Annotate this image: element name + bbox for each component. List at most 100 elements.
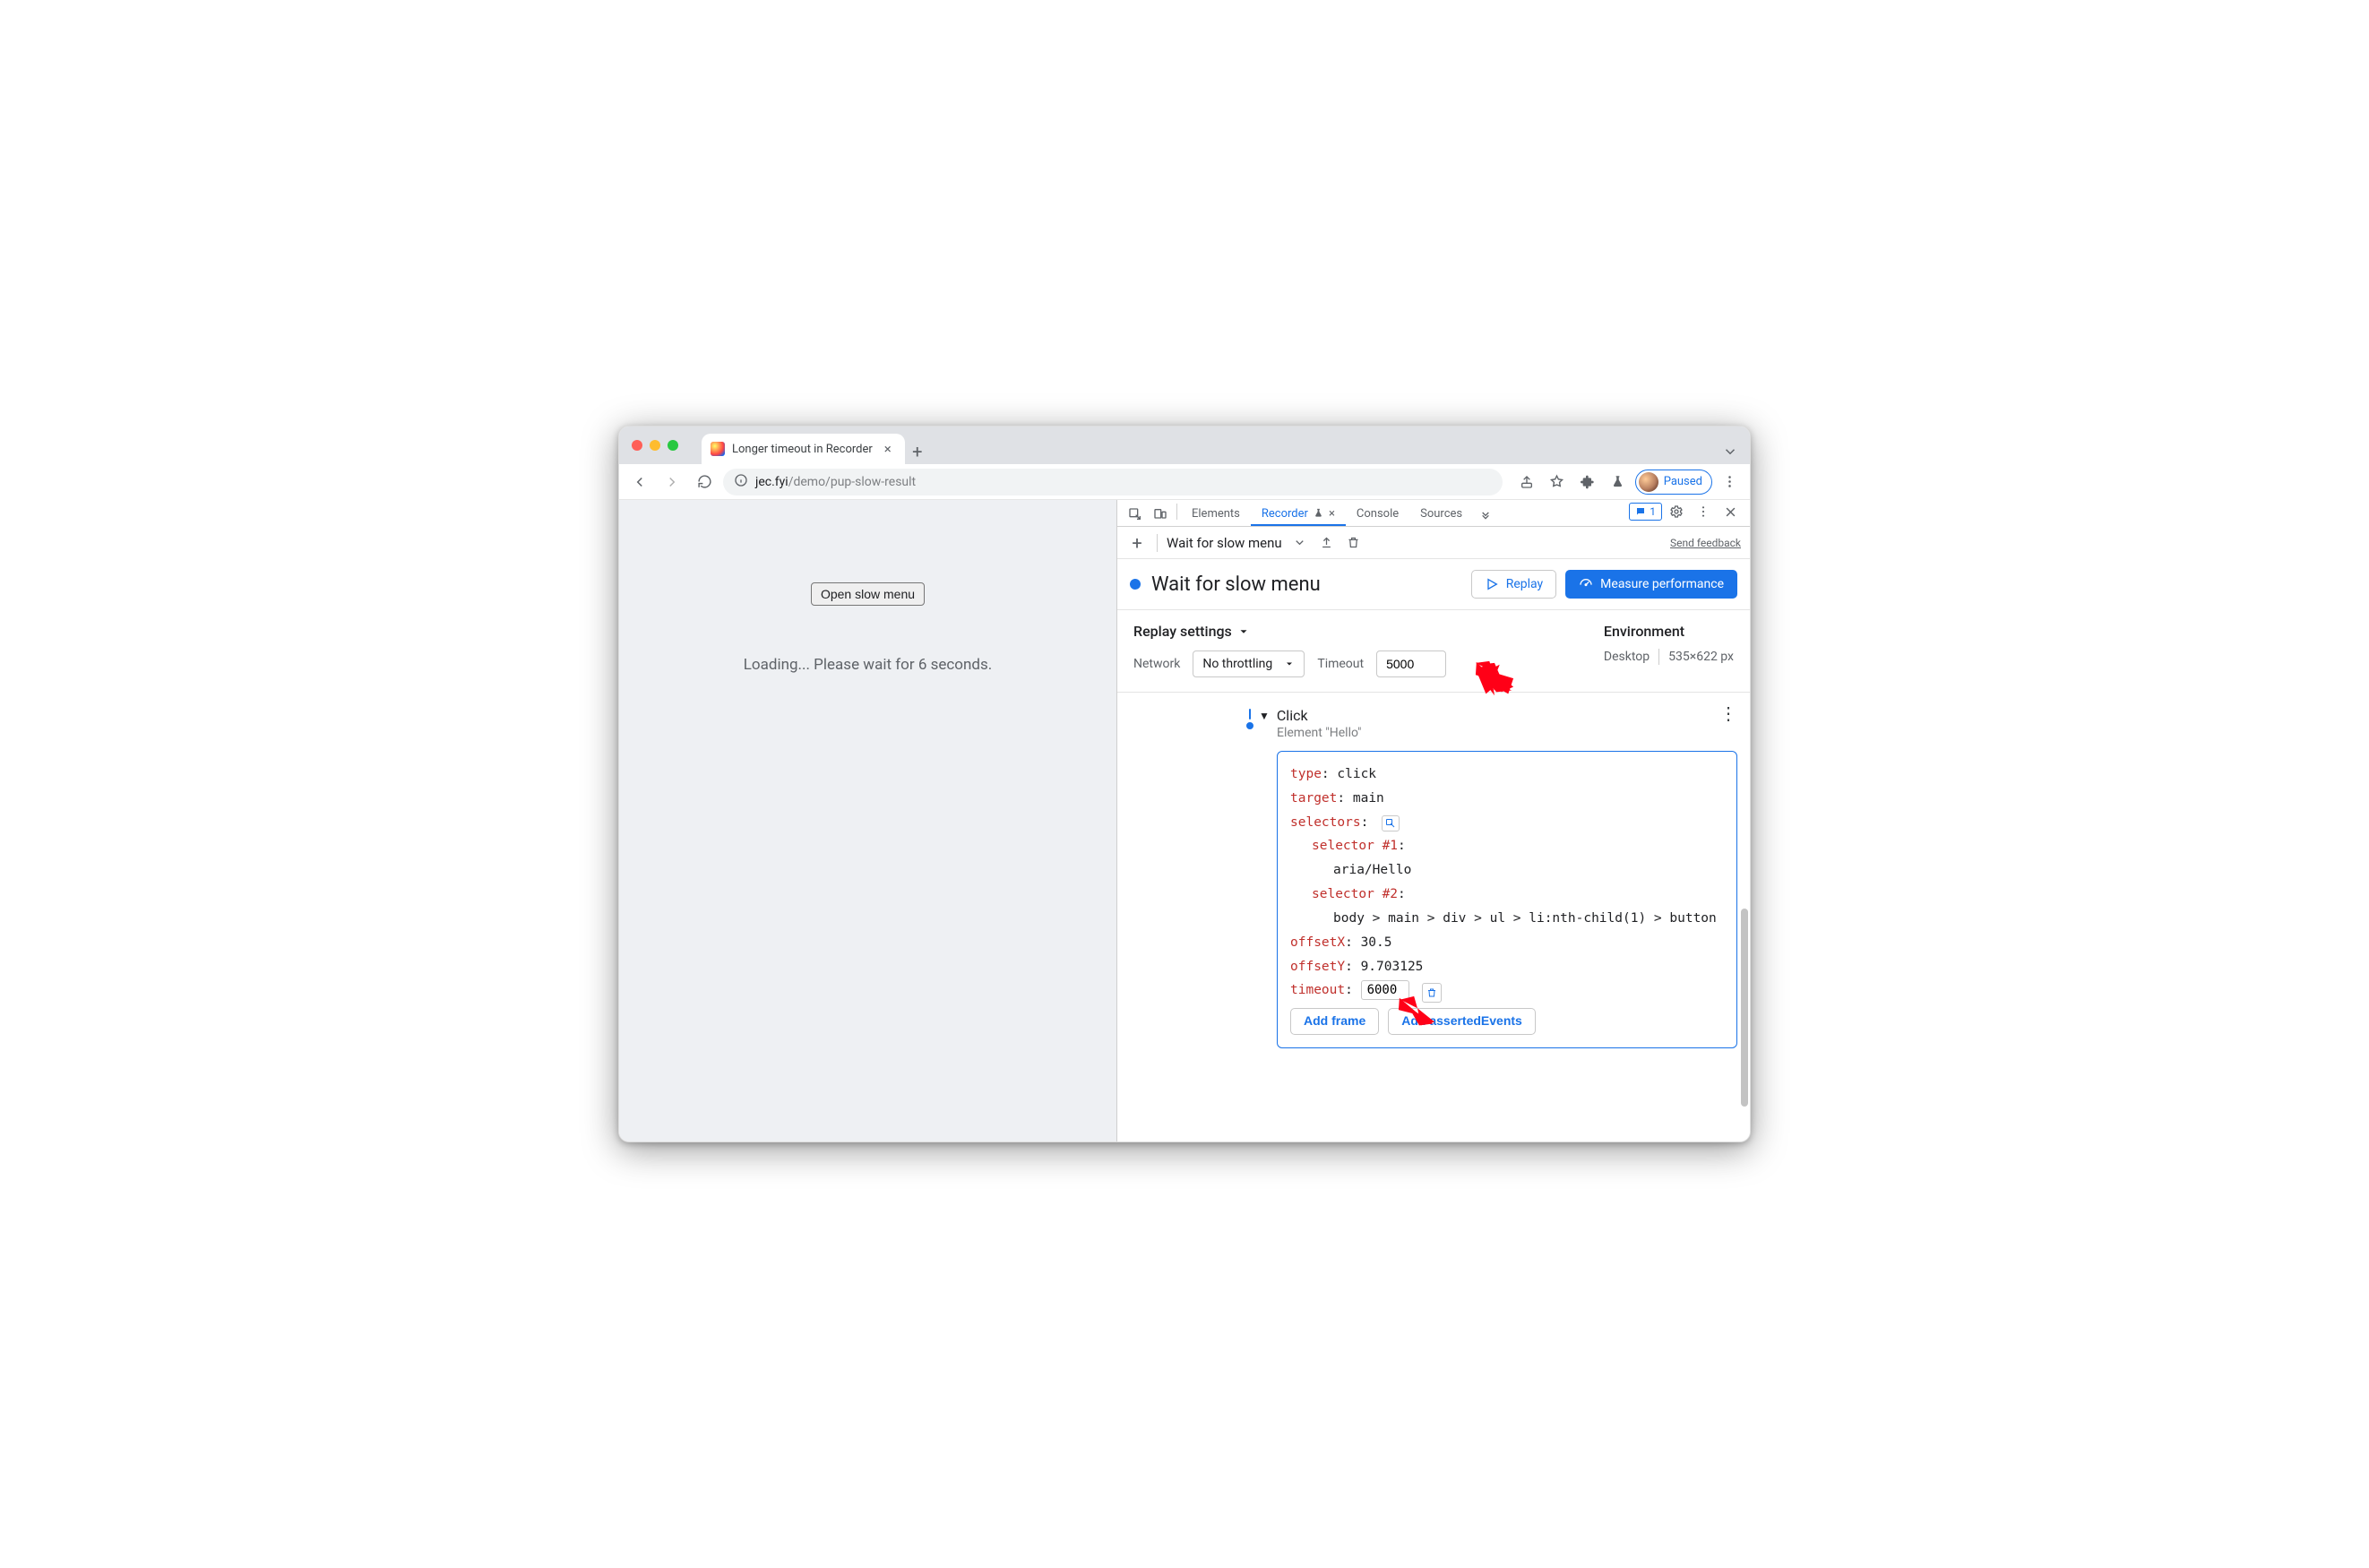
step-timeout-field[interactable] (1367, 983, 1403, 997)
toolbar: jec.fyi/demo/pup-slow-result Paused (619, 464, 1750, 500)
network-value: No throttling (1202, 657, 1272, 671)
page-viewport: Open slow menu Loading... Please wait fo… (619, 500, 1116, 1142)
issues-chip[interactable]: 1 (1629, 503, 1662, 521)
loading-text: Loading... Please wait for 6 seconds. (744, 656, 992, 674)
minimize-window-button[interactable] (650, 440, 660, 451)
devtools-panel: Elements Recorder × Console Sources (1116, 500, 1750, 1142)
recording-selector[interactable]: Wait for slow menu (1167, 535, 1282, 551)
replay-button[interactable]: Replay (1471, 570, 1556, 599)
extensions-icon[interactable] (1574, 469, 1601, 495)
device-toolbar-icon[interactable] (1148, 503, 1173, 526)
separator (1157, 534, 1158, 552)
replay-settings-row: Replay settings Network No throttling Ti… (1117, 610, 1750, 693)
close-tab-icon[interactable]: × (1329, 507, 1335, 521)
tab-sources[interactable]: Sources (1409, 503, 1473, 526)
recorder-actions: Replay Measure performance (1471, 570, 1737, 599)
measure-performance-button[interactable]: Measure performance (1565, 570, 1737, 599)
prop-key: selectors (1290, 815, 1361, 830)
devtools-settings-icon[interactable] (1664, 500, 1689, 523)
prop-key: offsetY (1290, 960, 1345, 974)
timeout-label: Timeout (1317, 657, 1364, 671)
network-throttle-select[interactable]: No throttling (1193, 650, 1305, 677)
devtools-menu-icon[interactable] (1691, 500, 1716, 523)
add-asserted-events-button[interactable]: Add assertedEvents (1388, 1008, 1536, 1035)
recorder-steps[interactable]: ▼ Click ⋮ Element "Hello" type: click ta… (1117, 693, 1750, 1142)
step-subtitle: Element "Hello" (1277, 726, 1737, 740)
open-slow-menu-button[interactable]: Open slow menu (811, 582, 925, 606)
prop-val: aria/Hello (1333, 858, 1724, 883)
browser-menu-button[interactable] (1716, 469, 1743, 495)
scrollbar[interactable] (1741, 696, 1748, 1138)
separator (1658, 649, 1659, 665)
tabstrip-expand-icon[interactable] (1718, 439, 1743, 464)
env-dimensions: 535×622 px (1668, 650, 1734, 664)
inspect-element-icon[interactable] (1123, 503, 1148, 526)
devtools-tabbar: Elements Recorder × Console Sources (1117, 500, 1750, 527)
back-button[interactable] (626, 469, 653, 495)
environment-info: Desktop 535×622 px (1604, 649, 1734, 665)
content-split: Open slow menu Loading... Please wait fo… (619, 500, 1750, 1142)
export-icon[interactable] (1318, 534, 1336, 552)
reload-button[interactable] (691, 469, 718, 495)
prop-key: timeout (1290, 983, 1345, 997)
devtools-more-tabs-icon[interactable] (1473, 503, 1498, 526)
prop-key: type (1290, 767, 1322, 781)
environment-title: Environment (1604, 623, 1734, 640)
tab-elements[interactable]: Elements (1181, 503, 1251, 526)
tab-recorder[interactable]: Recorder × (1251, 503, 1346, 526)
delete-timeout-button[interactable] (1422, 983, 1442, 1003)
prop-val: click (1337, 767, 1376, 781)
timeout-input[interactable] (1376, 650, 1446, 677)
prop-val: 30.5 (1361, 935, 1392, 950)
network-label: Network (1133, 657, 1180, 671)
step-rail (1241, 707, 1259, 729)
devtools-right-controls: 1 (1629, 500, 1744, 526)
close-tab-button[interactable]: × (880, 441, 896, 457)
favicon-icon (711, 442, 725, 456)
profile-status: Paused (1664, 475, 1702, 488)
recorder-body: Wait for slow menu Replay Measure perfor… (1117, 559, 1750, 1142)
recorder-toolbar: + Wait for slow menu Send feedback (1117, 527, 1750, 559)
prop-val: main (1353, 791, 1384, 806)
recording-title: Wait for slow menu (1151, 573, 1321, 596)
chevron-down-icon[interactable] (1291, 534, 1309, 552)
bookmark-star-icon[interactable] (1544, 469, 1571, 495)
env-device: Desktop (1604, 650, 1650, 664)
prop-val: body > main > div > ul > li:nth-child(1)… (1333, 907, 1724, 931)
forward-button (659, 469, 685, 495)
site-info-icon[interactable] (734, 473, 748, 491)
labs-flask-icon[interactable] (1605, 469, 1632, 495)
prop-val: 9.703125 (1361, 960, 1424, 974)
step-details-card: type: click target: main selectors: sele… (1277, 751, 1737, 1048)
url-text: jec.fyi/demo/pup-slow-result (755, 475, 916, 489)
avatar-icon (1639, 472, 1658, 492)
tabstrip: Longer timeout in Recorder × + (619, 426, 1750, 464)
issues-count: 1 (1650, 505, 1656, 518)
window-controls (626, 426, 685, 464)
step-click: ▼ Click ⋮ Element "Hello" type: click ta… (1241, 707, 1737, 1048)
tab-console[interactable]: Console (1346, 503, 1409, 526)
scrollbar-thumb[interactable] (1741, 909, 1748, 1107)
maximize-window-button[interactable] (668, 440, 678, 451)
tab-active[interactable]: Longer timeout in Recorder × (702, 434, 905, 464)
delete-icon[interactable] (1345, 534, 1363, 552)
selector-picker-button[interactable] (1382, 815, 1400, 831)
profile-chip[interactable]: Paused (1635, 470, 1712, 495)
step-timeout-input[interactable] (1361, 980, 1409, 1000)
timeout-input-field[interactable] (1386, 657, 1436, 671)
replay-settings-title[interactable]: Replay settings (1133, 623, 1446, 640)
new-tab-button[interactable]: + (905, 439, 930, 464)
devtools-close-icon[interactable] (1718, 500, 1743, 523)
caret-down-icon[interactable]: ▼ (1259, 710, 1270, 722)
separator (1176, 504, 1177, 520)
new-recording-button[interactable]: + (1126, 532, 1148, 554)
omnibox[interactable]: jec.fyi/demo/pup-slow-result (723, 469, 1503, 495)
rail-line-icon (1249, 709, 1251, 719)
caret-down-icon (1284, 659, 1295, 669)
send-feedback-link[interactable]: Send feedback (1670, 537, 1741, 549)
add-frame-button[interactable]: Add frame (1290, 1008, 1379, 1035)
prop-key: selector #1 (1312, 839, 1398, 853)
share-icon[interactable] (1513, 469, 1540, 495)
close-window-button[interactable] (632, 440, 642, 451)
step-menu-button[interactable]: ⋮ (1719, 709, 1737, 723)
